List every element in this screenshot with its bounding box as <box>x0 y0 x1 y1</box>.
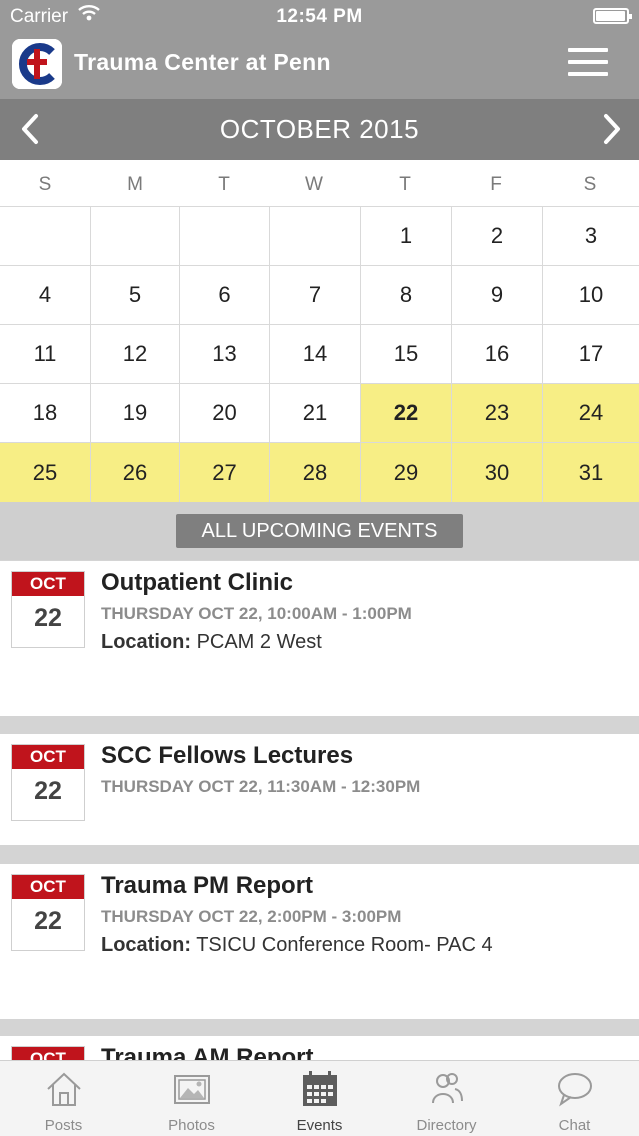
calendar-day-cell[interactable]: 13 <box>180 325 269 383</box>
calendar-empty-cell <box>180 207 269 265</box>
event-day: 22 <box>34 604 62 632</box>
event-location: Location: TSICU Conference Room- PAC 4 <box>101 934 493 957</box>
calendar-day-cell[interactable]: 22 <box>361 384 451 442</box>
event-title: Trauma PM Report <box>101 872 314 899</box>
status-time: 12:54 PM <box>276 6 363 27</box>
event-location-value: PCAM 2 West <box>196 631 322 653</box>
calendar-day-cell[interactable]: 25 <box>0 443 90 502</box>
calendar-day-cell[interactable]: 15 <box>361 325 451 383</box>
weekday-header: S M T W T F S <box>0 160 639 206</box>
event-day: 22 <box>34 777 62 805</box>
photo-icon <box>174 1075 210 1104</box>
month-navigation: OCTOBER 2015 <box>0 99 639 160</box>
calendar-day-cell[interactable]: 27 <box>180 443 269 502</box>
upcoming-events-header: ALL UPCOMING EVENTS <box>0 502 639 560</box>
calendar-empty-cell <box>0 207 90 265</box>
calendar-day-cell[interactable]: 31 <box>543 443 639 502</box>
calendar-day-cell[interactable]: 5 <box>91 266 179 324</box>
house-icon <box>47 1072 81 1106</box>
tab-label: Photos <box>168 1117 215 1134</box>
event-date-icon: OCT 22 <box>11 874 85 951</box>
event-date-icon: OCT 22 <box>11 744 85 821</box>
weekday-label: M <box>127 174 143 195</box>
calendar-day-cell[interactable]: 21 <box>270 384 360 442</box>
calendar-icon <box>303 1071 337 1106</box>
event-location-label: Location: <box>101 934 191 956</box>
app-header: Carrier 12:54 PM Trauma Center at Penn <box>0 0 639 99</box>
event-month: OCT <box>12 745 84 769</box>
calendar-grid: 1 2 3 4 5 6 7 8 9 10 11 12 13 14 15 16 17 18 19 20 21 22 23 24 2… <box>0 206 639 502</box>
calendar-day-cell[interactable]: 19 <box>91 384 179 442</box>
weekday-label: W <box>305 174 323 195</box>
calendar-day-cell[interactable]: 6 <box>180 266 269 324</box>
calendar-day-cell[interactable]: 20 <box>180 384 269 442</box>
calendar-empty-cell <box>91 207 179 265</box>
calendar-day-cell[interactable]: 16 <box>452 325 542 383</box>
chat-bubble-icon <box>558 1073 592 1107</box>
event-date-icon: OCT 22 <box>11 571 85 648</box>
calendar-day-cell[interactable]: 24 <box>543 384 639 442</box>
calendar-day-cell[interactable]: 9 <box>452 266 542 324</box>
tab-photos[interactable]: Photos <box>128 1061 255 1136</box>
event-time: THURSDAY OCT 22, 2:00PM - 3:00PM <box>101 907 402 926</box>
tab-label: Chat <box>558 1117 591 1134</box>
weekday-label: F <box>490 174 502 195</box>
event-time: THURSDAY OCT 22, 10:00AM - 1:00PM <box>101 604 412 623</box>
calendar-day-cell[interactable]: 23 <box>452 384 542 442</box>
event-title: Outpatient Clinic <box>101 569 293 596</box>
hamburger-menu-icon[interactable] <box>568 48 610 78</box>
calendar-day-cell[interactable]: 7 <box>270 266 360 324</box>
calendar-day-cell[interactable]: 8 <box>361 266 451 324</box>
calendar-day-cell[interactable]: 29 <box>361 443 451 502</box>
tab-label: Posts <box>44 1117 83 1134</box>
battery-icon <box>593 8 632 24</box>
tab-label: Events <box>296 1117 343 1134</box>
event-month: OCT <box>12 875 84 899</box>
event-location-label: Location: <box>101 631 191 653</box>
calendar-empty-cell <box>270 207 360 265</box>
app-title: Trauma Center at Penn <box>74 49 331 75</box>
event-month: OCT <box>12 572 84 596</box>
calendar-day-cell[interactable]: 2 <box>452 207 542 265</box>
event-day: 22 <box>34 907 62 935</box>
status-bar: Carrier 12:54 PM <box>0 0 639 32</box>
event-location: Location: PCAM 2 West <box>101 631 322 654</box>
chevron-right-icon[interactable] <box>596 113 626 145</box>
tab-posts[interactable]: Posts <box>0 1061 127 1136</box>
calendar-day-cell[interactable]: 10 <box>543 266 639 324</box>
calendar-day-cell[interactable]: 4 <box>0 266 90 324</box>
weekday-label: S <box>583 174 597 195</box>
weekday-label: T <box>399 174 411 195</box>
calendar-day-cell[interactable]: 1 <box>361 207 451 265</box>
event-time: THURSDAY OCT 22, 11:30AM - 12:30PM <box>101 777 421 796</box>
weekday-label: T <box>218 174 230 195</box>
calendar-day-cell[interactable]: 11 <box>0 325 90 383</box>
calendar-day-cell[interactable]: 3 <box>543 207 639 265</box>
calendar-day-cell[interactable]: 26 <box>91 443 179 502</box>
weekday-label: S <box>38 174 52 195</box>
month-title: OCTOBER 2015 <box>219 114 420 144</box>
event-location-value: TSICU Conference Room- PAC 4 <box>196 934 493 956</box>
calendar-day-cell[interactable]: 18 <box>0 384 90 442</box>
app-logo <box>12 39 62 89</box>
event-card[interactable]: OCT 22 Trauma PM Report THURSDAY OCT 22,… <box>0 864 639 1019</box>
people-icon <box>432 1073 463 1104</box>
tab-bar: Posts Photos Events Directory Chat <box>0 1060 639 1136</box>
tab-chat[interactable]: Chat <box>511 1061 638 1136</box>
calendar-day-cell[interactable]: 28 <box>270 443 360 502</box>
event-title: SCC Fellows Lectures <box>101 742 354 769</box>
calendar-day-cell[interactable]: 12 <box>91 325 179 383</box>
all-upcoming-events-button[interactable]: ALL UPCOMING EVENTS <box>176 514 463 548</box>
tab-directory[interactable]: Directory <box>383 1061 510 1136</box>
calendar-day-cell[interactable]: 14 <box>270 325 360 383</box>
event-card[interactable]: OCT 22 Outpatient Clinic THURSDAY OCT 22… <box>0 561 639 716</box>
calendar-day-cell[interactable]: 17 <box>543 325 639 383</box>
tab-label: Directory <box>416 1117 477 1134</box>
calendar-day-cell[interactable]: 30 <box>452 443 542 502</box>
tab-events[interactable]: Events <box>256 1061 383 1136</box>
event-card[interactable]: OCT 22 SCC Fellows Lectures THURSDAY OCT… <box>0 734 639 845</box>
